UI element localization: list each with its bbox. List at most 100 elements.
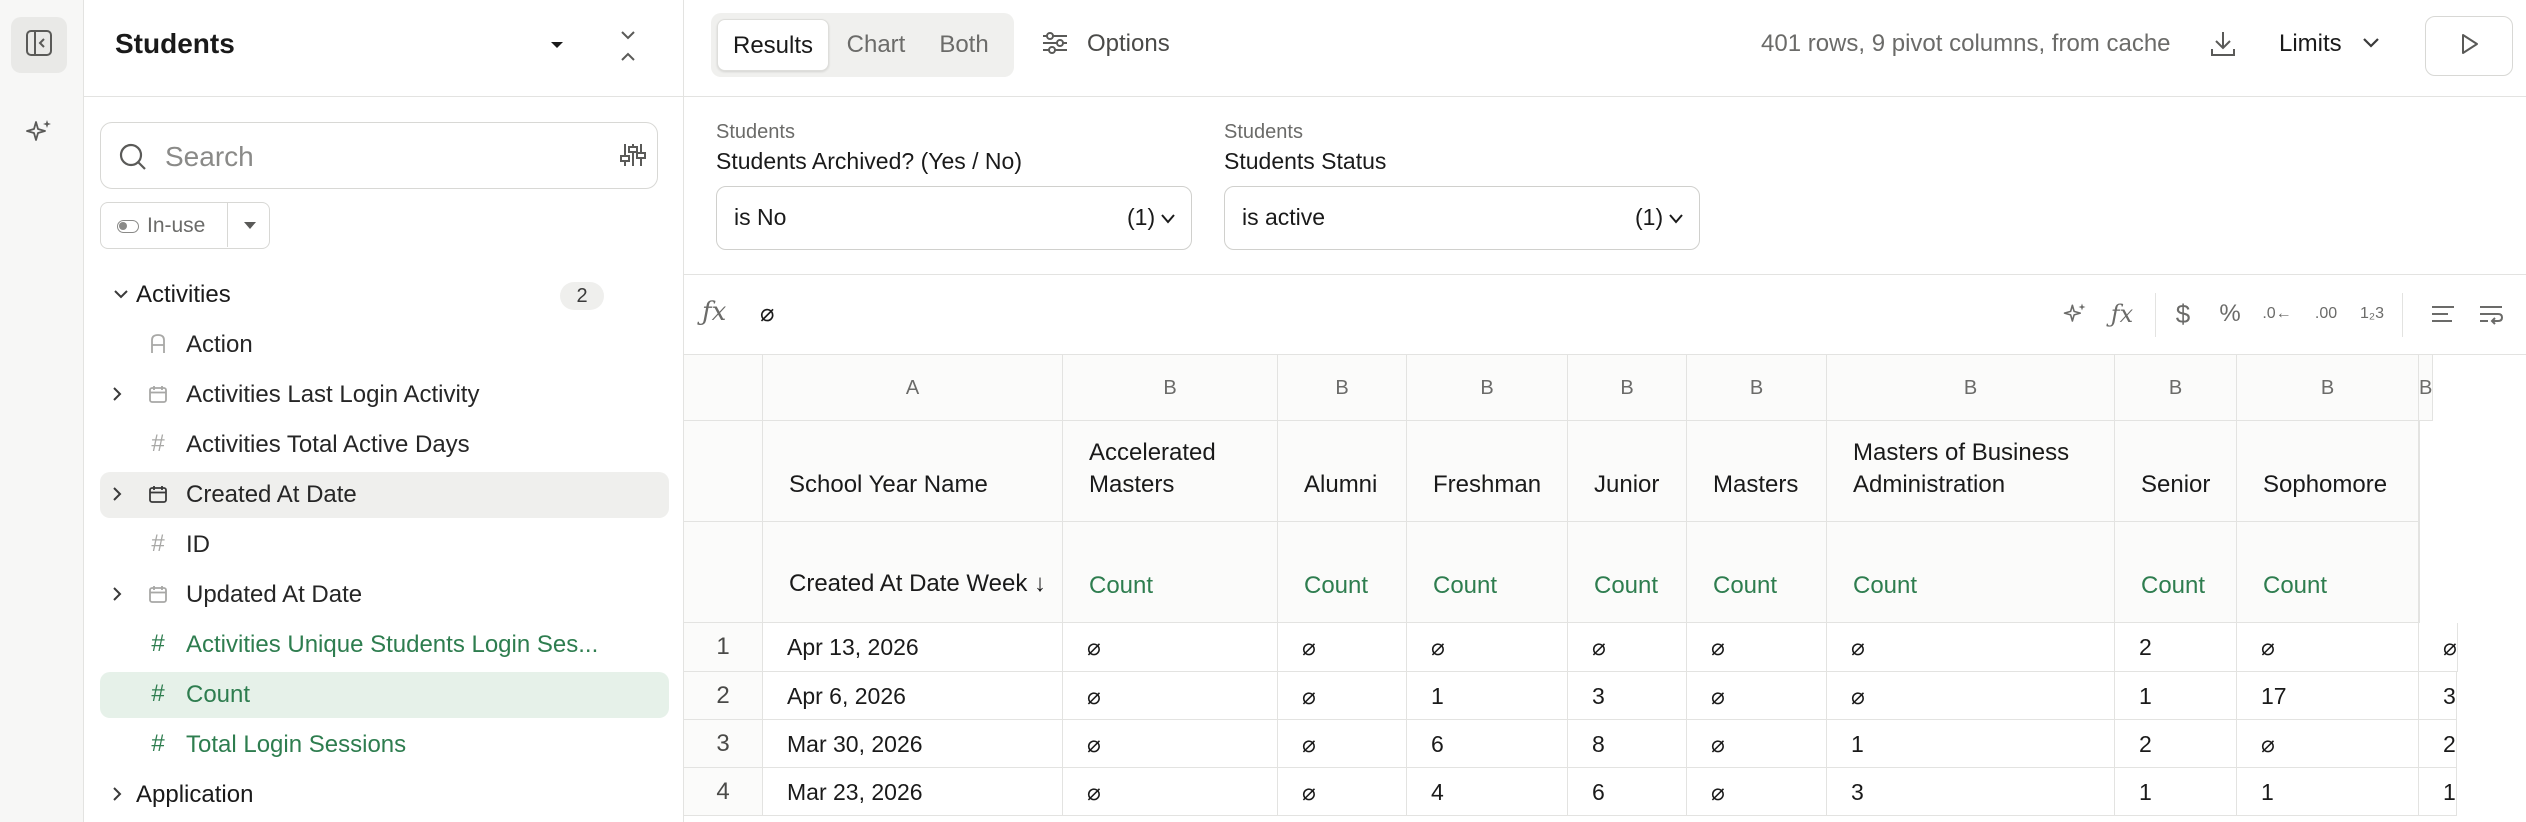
measure-header[interactable]: Count (1278, 522, 1407, 623)
table-cell[interactable]: ⌀ (1063, 623, 1278, 672)
table-cell[interactable]: ⌀ (1063, 768, 1278, 816)
collapse-all-icon[interactable] (614, 26, 642, 71)
measure-count[interactable]: # Count (100, 672, 669, 718)
table-cell-date[interactable]: Mar 23, 2026 (763, 768, 1063, 816)
pivot-header[interactable]: Senior (2115, 421, 2237, 522)
table-cell[interactable]: 1 (2237, 768, 2419, 816)
download-icon[interactable] (2207, 28, 2239, 65)
table-cell[interactable]: 2 (2115, 623, 2237, 672)
explore-title[interactable]: Students (115, 28, 235, 60)
pivot-header[interactable]: Freshman (1407, 421, 1568, 522)
tab-chart[interactable]: Chart (833, 19, 919, 71)
table-cell[interactable]: 3 (1568, 672, 1687, 720)
table-cell[interactable]: 2 (2419, 720, 2457, 768)
field-total-active-days[interactable]: # Activities Total Active Days (100, 422, 669, 468)
pivot-header[interactable]: School Year Name (763, 421, 1063, 522)
filter-settings-icon[interactable] (619, 141, 647, 174)
table-cell[interactable]: 1 (1407, 672, 1568, 720)
measure-header[interactable]: Count (2419, 522, 2420, 623)
decrease-decimals-icon[interactable]: .0← (2261, 297, 2293, 331)
currency-format-icon[interactable]: $ (2169, 297, 2197, 331)
measure-header[interactable]: Count (1407, 522, 1568, 623)
chevron-down-icon[interactable] (2360, 34, 2382, 57)
table-cell-date[interactable]: Apr 13, 2026 (763, 623, 1063, 672)
column-letter[interactable]: B (1063, 355, 1278, 421)
tab-both[interactable]: Both (921, 19, 1007, 71)
toggle-sidebar-button[interactable] (11, 17, 67, 73)
table-cell[interactable]: 1 (2115, 672, 2237, 720)
chevron-right-icon[interactable] (108, 485, 126, 508)
table-cell[interactable]: 1 (1827, 720, 2115, 768)
table-cell[interactable]: ⌀ (1827, 672, 2115, 720)
column-letter[interactable]: B (1687, 355, 1827, 421)
column-letter[interactable]: B (1407, 355, 1568, 421)
table-cell[interactable]: ⌀ (2237, 720, 2419, 768)
measure-unique-login-sessions[interactable]: # Activities Unique Students Login Ses..… (100, 622, 669, 668)
table-cell-date[interactable]: Mar 30, 2026 (763, 720, 1063, 768)
table-cell[interactable]: ⌀ (1278, 768, 1407, 816)
field-updated-at-date[interactable]: Updated At Date (100, 572, 669, 618)
measure-header[interactable]: Count (2237, 522, 2419, 623)
table-cell[interactable]: ⌀ (1687, 768, 1827, 816)
measure-header[interactable]: Count (1568, 522, 1687, 623)
tab-results[interactable]: Results (717, 19, 829, 71)
field-created-at-date[interactable]: Created At Date (100, 472, 669, 518)
chevron-down-icon[interactable] (112, 285, 130, 308)
limits-button[interactable]: Limits (2279, 30, 2342, 58)
table-cell[interactable]: 1 (2419, 768, 2457, 816)
table-cell[interactable]: ⌀ (2237, 623, 2419, 672)
measure-header[interactable]: Count (1063, 522, 1278, 623)
field-action[interactable]: Action (100, 322, 669, 368)
filter-value-select[interactable]: is No (1) (716, 186, 1192, 250)
in-use-filter[interactable]: In-use (100, 202, 270, 249)
table-cell[interactable]: ⌀ (1278, 623, 1407, 672)
table-cell[interactable]: ⌀ (1827, 623, 2115, 672)
pivot-header[interactable]: Masters of Business Administration (1827, 421, 2115, 522)
measure-header[interactable]: Count (2115, 522, 2237, 623)
column-letter[interactable]: B (2237, 355, 2419, 421)
table-cell[interactable]: ⌀ (1687, 720, 1827, 768)
table-cell[interactable]: 4 (1407, 768, 1568, 816)
chevron-right-icon[interactable] (108, 385, 126, 408)
measure-header[interactable]: Count (1827, 522, 2115, 623)
wrap-text-icon[interactable] (2476, 297, 2506, 331)
group-application[interactable]: Application (100, 772, 669, 818)
table-cell[interactable]: 6 (1407, 720, 1568, 768)
table-cell[interactable]: 3 (1827, 768, 2115, 816)
field-last-login-activity[interactable]: Activities Last Login Activity (100, 372, 669, 418)
field-search-box[interactable]: Search (100, 122, 658, 189)
table-cell[interactable]: 2 (2115, 720, 2237, 768)
in-use-label[interactable]: In-use (147, 214, 205, 238)
pivot-header[interactable]: Accelerated Masters (1063, 421, 1278, 522)
table-cell[interactable]: 8 (1568, 720, 1687, 768)
column-letter[interactable]: A (763, 355, 1063, 421)
table-cell[interactable]: 1 (2115, 768, 2237, 816)
run-query-button[interactable] (2425, 16, 2513, 76)
column-letter[interactable]: B (1278, 355, 1407, 421)
table-cell[interactable]: ⌀ (1687, 672, 1827, 720)
table-cell[interactable]: ⌀ (1063, 720, 1278, 768)
chevron-right-icon[interactable] (108, 785, 126, 808)
options-button[interactable]: Options (1087, 30, 1170, 58)
field-id[interactable]: # ID (100, 522, 669, 568)
column-letter[interactable]: B (2115, 355, 2237, 421)
caret-down-icon[interactable] (544, 32, 570, 63)
table-cell[interactable]: ⌀ (2419, 623, 2458, 672)
pivot-header[interactable]: Masters (1687, 421, 1827, 522)
ai-formula-icon[interactable] (2059, 297, 2091, 331)
increase-decimals-icon[interactable]: .00 (2309, 297, 2343, 331)
filter-value-select[interactable]: is active (1) (1224, 186, 1700, 250)
pivot-header[interactable]: ⌀ (2419, 421, 2420, 522)
table-cell[interactable]: ⌀ (1278, 672, 1407, 720)
percent-format-icon[interactable]: % (2215, 297, 2245, 331)
table-cell[interactable]: ⌀ (1568, 623, 1687, 672)
measure-header[interactable]: Count (1687, 522, 1827, 623)
table-cell[interactable]: 6 (1568, 768, 1687, 816)
table-cell[interactable]: ⌀ (1407, 623, 1568, 672)
pivot-header[interactable]: Alumni (1278, 421, 1407, 522)
table-cell-date[interactable]: Apr 6, 2026 (763, 672, 1063, 720)
formula-input[interactable]: ⌀ (760, 299, 774, 328)
table-cell[interactable]: ⌀ (1063, 672, 1278, 720)
table-cell[interactable]: ⌀ (1687, 623, 1827, 672)
number-format-icon[interactable]: 1₂3 (2357, 297, 2387, 331)
